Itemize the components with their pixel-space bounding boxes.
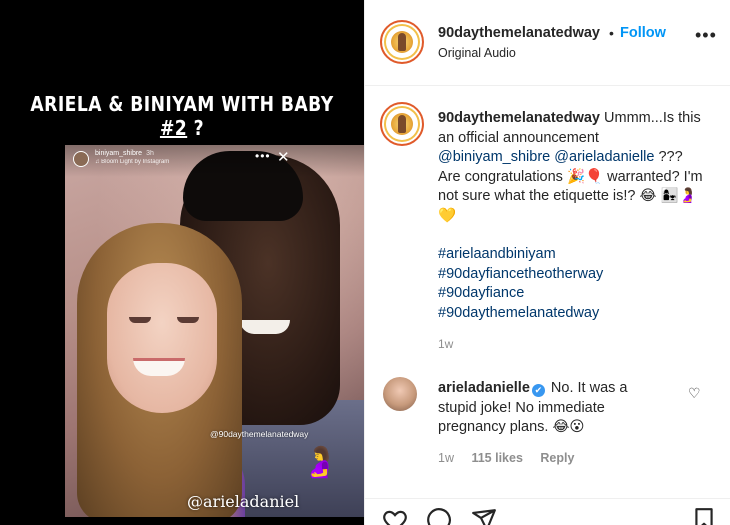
hashtag-link[interactable]: #90dayfiance <box>438 284 603 304</box>
action-bar <box>365 498 730 525</box>
mention-link[interactable]: @biniyam_shibre <box>438 149 550 165</box>
story-close-icon: ✕ <box>277 149 290 166</box>
follow-button[interactable]: Follow <box>620 25 666 41</box>
reply-button[interactable]: Reply <box>540 451 574 465</box>
author-avatar[interactable] <box>380 20 424 64</box>
story-tag: @arieladaniel <box>187 492 300 511</box>
mention-link[interactable]: @arieladanielle <box>554 149 654 165</box>
comment-icon[interactable] <box>426 507 452 525</box>
author-username[interactable]: 90daythemelanatedway <box>438 25 600 41</box>
hashtag-link[interactable]: #90daythemelanatedway <box>438 304 603 324</box>
hashtag-link[interactable]: #90dayfiancetheotherway <box>438 265 603 285</box>
hashtag-link[interactable]: #arielaandbiniyam <box>438 245 603 265</box>
commenter-avatar[interactable] <box>383 377 417 411</box>
story-more-icon: ••• <box>255 149 271 163</box>
more-options-icon[interactable]: ••• <box>695 26 717 44</box>
verified-badge-icon: ✔ <box>531 384 545 397</box>
post-sidebar: 90daythemelanatedway • Follow Original A… <box>364 0 730 525</box>
story-screenshot: biniyam_shibre 3h ♫ Bloom Light by Instag… <box>65 145 364 517</box>
pregnant-woman-sticker: 🤰 <box>301 446 339 479</box>
media-headline: ARIELA & BINIYAM WITH BABY #2 ? <box>30 92 334 140</box>
audio-label[interactable]: Original Audio <box>438 46 516 60</box>
caption-text: 90daythemelanatedway Ummm...Is this an o… <box>438 110 703 224</box>
bookmark-icon[interactable] <box>691 507 717 525</box>
caption-timestamp[interactable]: 1w <box>438 337 453 351</box>
comment-timestamp[interactable]: 1w <box>438 451 454 465</box>
hashtag-list: #arielaandbiniyam #90dayfiancetheotherwa… <box>438 245 603 323</box>
comment-text: arieladanielle ✔ No. It was a stupid joke… <box>438 380 628 435</box>
separator-dot: • <box>609 25 614 41</box>
heart-icon[interactable] <box>382 507 408 525</box>
share-icon[interactable] <box>471 507 497 525</box>
caption-username[interactable]: 90daythemelanatedway <box>438 110 600 126</box>
story-username: biniyam_shibre 3h <box>95 150 154 157</box>
comment-meta: 1w 115 likes Reply <box>438 451 588 465</box>
comment-like-icon[interactable]: ♡ <box>688 385 701 402</box>
post-media[interactable]: ARIELA & BINIYAM WITH BABY #2 ? biniyam_… <box>0 0 364 525</box>
story-avatar <box>73 151 89 167</box>
commenter-username[interactable]: arieladanielle <box>438 380 530 396</box>
caption-avatar[interactable] <box>380 102 424 146</box>
story-music: ♫ Bloom Light by Instagram <box>95 159 170 165</box>
post-header: 90daythemelanatedway • Follow Original A… <box>365 0 730 86</box>
story-mention: @90daythemelanatedway <box>210 429 309 439</box>
comment-likes[interactable]: 115 likes <box>471 451 522 465</box>
